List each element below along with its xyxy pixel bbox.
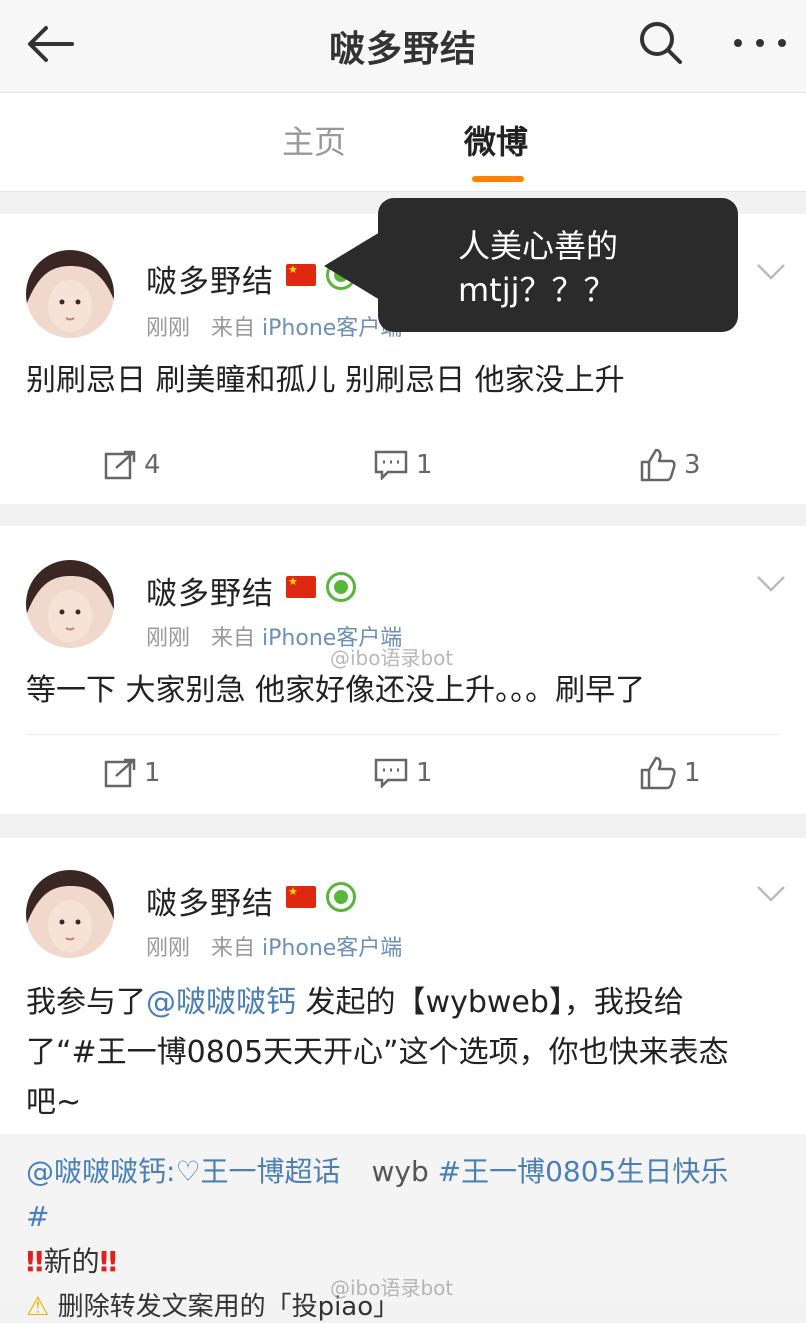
repost-icon — [104, 450, 136, 480]
post-source: iPhone客户端 — [262, 936, 403, 961]
like-button[interactable]: 1 — [640, 756, 701, 790]
repost-button[interactable]: 1 — [104, 758, 161, 788]
comment-icon — [374, 450, 408, 480]
quoted-line-1: @啵啵啵钙:♡王一博超话 wyb #王一博0805生日快乐 — [26, 1150, 728, 1190]
quoted-line-3: ‼新的‼ — [26, 1240, 117, 1280]
hashtag-link[interactable]: #王一博0805生日快乐 — [438, 1155, 729, 1188]
more-dots-icon[interactable] — [732, 38, 788, 48]
verified-badge-icon — [326, 882, 356, 912]
like-button[interactable]: 3 — [640, 448, 701, 482]
repost-count: 4 — [144, 450, 161, 480]
comment-icon — [374, 758, 408, 788]
super-topic-link[interactable]: :♡王一博超话 — [166, 1155, 341, 1188]
source-prefix: 来自 — [211, 316, 256, 341]
search-icon[interactable] — [636, 18, 686, 68]
quoted-mention[interactable]: @啵啵啵钙 — [26, 1155, 166, 1188]
author-name[interactable]: 啵多野结 — [146, 256, 274, 301]
double-exclamation-icon: ‼ — [99, 1245, 118, 1278]
avatar[interactable] — [26, 870, 114, 958]
annotation-line-1: 人美心善的 — [458, 227, 619, 265]
tab-home[interactable]: 主页 — [282, 117, 346, 163]
author-name[interactable]: 啵多野结 — [146, 568, 274, 613]
post-text: 等一下 大家别急 他家好像还没上升。。。刷早了 — [26, 673, 646, 708]
post-meta: 刚刚 来自 iPhone客户端 — [146, 310, 402, 342]
post-text: 别刷忌日 刷美瞳和孤儿 别刷忌日 他家没上升 — [26, 363, 625, 398]
annotation-bubble: 人美心善的 mtjj？？？ — [324, 198, 738, 332]
text-line-2: 了“#王一博0805天天开心”这个选项，你也快来表态 — [26, 1035, 729, 1070]
post-time: 刚刚 — [146, 936, 191, 961]
repost-button[interactable]: 4 — [104, 450, 161, 480]
comment-button[interactable]: 1 — [374, 758, 433, 788]
avatar[interactable] — [26, 250, 114, 338]
source-prefix: 来自 — [211, 936, 256, 961]
post-meta: 刚刚 来自 iPhone客户端 — [146, 930, 402, 962]
profile-tabs: 主页 微博 — [0, 93, 806, 192]
china-flag-icon: ★ — [286, 886, 316, 908]
hashtag-end[interactable]: # — [26, 1200, 49, 1233]
comment-count: 1 — [416, 758, 433, 788]
text-line-3: 吧~ — [26, 1085, 82, 1120]
chevron-down-icon[interactable] — [756, 262, 786, 282]
source-prefix: 来自 — [211, 626, 256, 651]
chevron-down-icon[interactable] — [756, 574, 786, 594]
repost-count: 1 — [144, 758, 161, 788]
comment-button[interactable]: 1 — [374, 450, 433, 480]
mention-link[interactable]: @啵啵啵钙 — [146, 985, 296, 1020]
active-tab-indicator — [472, 176, 524, 182]
text-suffix: 发起的【wybweb】，我投给 — [296, 985, 684, 1020]
watermark: @ibo语录bot — [330, 646, 454, 670]
like-count: 1 — [684, 758, 701, 788]
repost-icon — [104, 758, 136, 788]
annotation-line-2: mtjj？？？ — [458, 271, 616, 309]
watermark: @ibo语录bot — [330, 1276, 454, 1300]
tab-weibo[interactable]: 微博 — [464, 117, 528, 163]
thumbs-up-icon — [640, 448, 676, 482]
post-text: 我参与了@啵啵啵钙 发起的【wybweb】，我投给 了“#王一博0805天天开心… — [26, 978, 780, 1128]
divider — [26, 734, 780, 735]
top-bar: 啵多野结 — [0, 0, 806, 93]
post-time: 刚刚 — [146, 626, 191, 651]
china-flag-icon: ★ — [286, 576, 316, 598]
china-flag-icon: ★ — [286, 264, 316, 286]
warning-icon: ⚠ — [26, 1292, 50, 1322]
avatar[interactable] — [26, 560, 114, 648]
post-time: 刚刚 — [146, 316, 191, 341]
chevron-down-icon[interactable] — [756, 884, 786, 904]
new-label: 新的 — [43, 1245, 100, 1278]
comment-count: 1 — [416, 450, 433, 480]
verified-badge-icon — [326, 572, 356, 602]
double-exclamation-icon: ‼ — [26, 1245, 44, 1278]
thumbs-up-icon — [640, 756, 676, 790]
quoted-plain-text: wyb — [371, 1155, 429, 1188]
text-prefix: 我参与了 — [26, 985, 146, 1020]
like-count: 3 — [684, 450, 701, 480]
author-name[interactable]: 啵多野结 — [146, 878, 274, 923]
post-card: 啵多野结 ★ 刚刚 来自 iPhone客户端 我参与了@啵啵啵钙 发起的【wyb… — [0, 838, 806, 1134]
